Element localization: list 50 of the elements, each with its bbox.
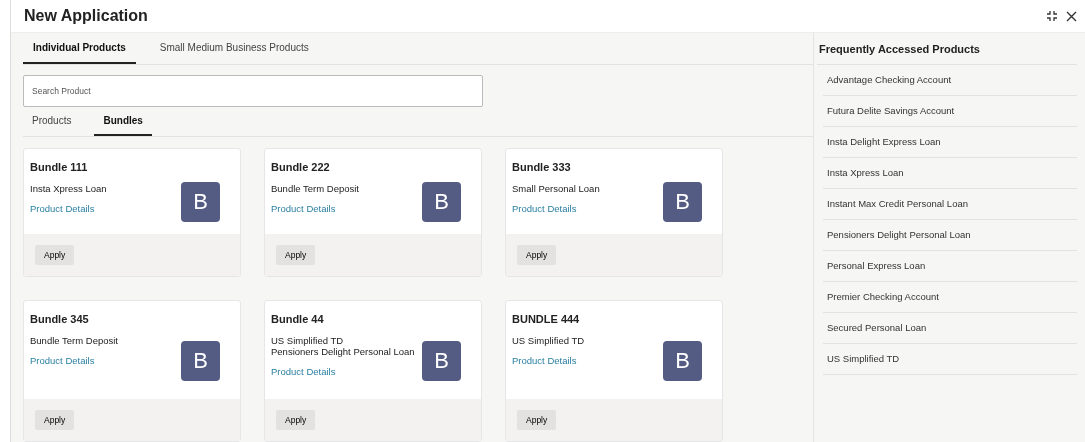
- bundle-logo: B: [181, 340, 220, 381]
- tab[interactable]: Bundles: [94, 107, 152, 136]
- product-list-item[interactable]: Insta Delight Express Loan: [823, 127, 1077, 158]
- product-name: Insta Xpress Loan: [30, 183, 107, 194]
- bundle-logo: B: [663, 182, 702, 222]
- apply-button[interactable]: Apply: [276, 410, 316, 430]
- product-list-item[interactable]: Instant Max Credit Personal Loan: [823, 189, 1077, 220]
- tab[interactable]: Products: [23, 107, 81, 136]
- bundle-logo: B: [181, 182, 220, 222]
- bundle-title: Bundle 222: [271, 161, 331, 173]
- tab[interactable]: Small Medium Business Products: [149, 33, 319, 64]
- close-icon[interactable]: [1066, 10, 1077, 22]
- product-list-item[interactable]: US Simplified TD: [823, 344, 1077, 375]
- bundle-logo: B: [663, 340, 702, 381]
- apply-button[interactable]: Apply: [35, 410, 75, 430]
- product-name: Pensioners Delight Personal Loan: [271, 346, 415, 357]
- product-list-item[interactable]: Futura Delite Savings Account: [823, 96, 1077, 127]
- apply-button[interactable]: Apply: [517, 245, 557, 265]
- product-details-link[interactable]: Product Details: [271, 203, 359, 214]
- product-details-link[interactable]: Product Details: [512, 203, 600, 214]
- apply-button[interactable]: Apply: [517, 410, 557, 430]
- product-details-link[interactable]: Product Details: [30, 203, 107, 214]
- bundle-title: Bundle 333: [512, 161, 572, 173]
- apply-button[interactable]: Apply: [276, 245, 316, 265]
- apply-button[interactable]: Apply: [35, 245, 75, 265]
- collapse-icon[interactable]: [1046, 10, 1058, 22]
- tab[interactable]: Individual Products: [23, 33, 136, 64]
- product-list-item[interactable]: Pensioners Delight Personal Loan: [823, 220, 1077, 251]
- bundle-logo: B: [422, 340, 461, 381]
- bundle-title: Bundle 44: [271, 313, 325, 325]
- product-details-link[interactable]: Product Details: [512, 355, 585, 366]
- product-name: Bundle Term Deposit: [271, 183, 359, 194]
- bundle-title: Bundle 345: [30, 313, 90, 325]
- product-list-item[interactable]: Insta Xpress Loan: [823, 158, 1077, 189]
- window-title: New Application: [24, 7, 148, 25]
- bundle-title: BUNDLE 444: [512, 313, 581, 325]
- search-field[interactable]: Search Product: [23, 75, 483, 107]
- bundle-title: Bundle 111: [30, 161, 89, 173]
- product-name: US Simplified TD: [512, 335, 585, 346]
- bundle-logo: B: [422, 182, 461, 222]
- product-list-item[interactable]: Secured Personal Loan: [823, 313, 1077, 344]
- product-name: Bundle Term Deposit: [30, 335, 118, 346]
- product-details-link[interactable]: Product Details: [271, 366, 415, 377]
- product-list-item[interactable]: Premier Checking Account: [823, 282, 1077, 313]
- product-list-item[interactable]: Advantage Checking Account: [823, 65, 1077, 96]
- product-name: US Simplified TD: [271, 335, 345, 346]
- panel-title: Frequently Accessed Products: [817, 33, 1077, 65]
- product-list-item[interactable]: Personal Express Loan: [823, 251, 1077, 282]
- product-name: Small Personal Loan: [512, 183, 600, 194]
- product-details-link[interactable]: Product Details: [30, 355, 118, 366]
